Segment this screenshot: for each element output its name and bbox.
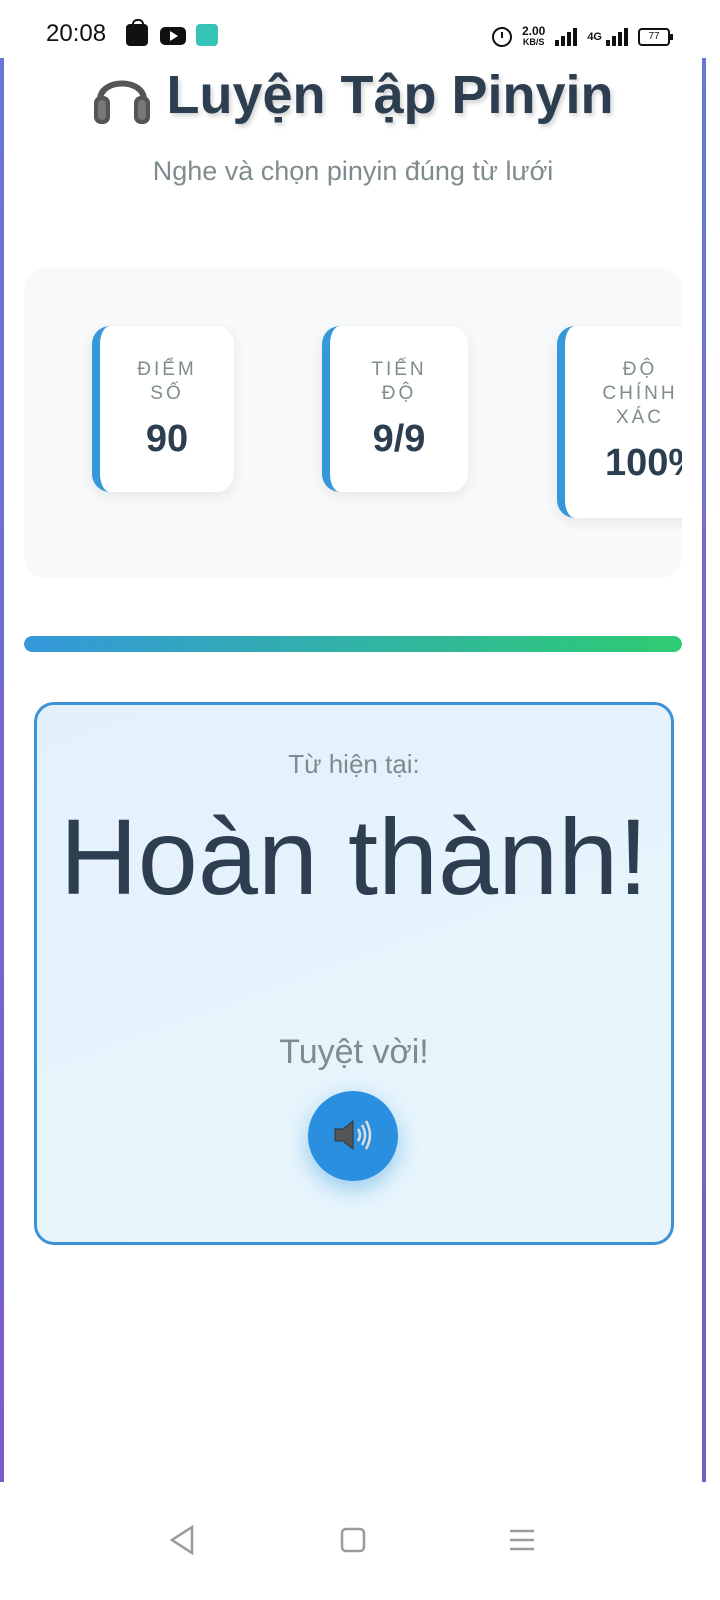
play-audio-button[interactable] — [308, 1091, 398, 1181]
page-subtitle: Nghe và chọn pinyin đúng từ lưới — [152, 156, 554, 186]
network-type: 4G — [587, 31, 602, 43]
stat-card-progress: Tiến độ 9/9 — [322, 326, 468, 492]
stat-label-progress: Tiến độ — [371, 359, 427, 404]
stat-label-score: Điểm số — [137, 359, 197, 404]
speed-value: 2.00 — [521, 24, 546, 38]
stat-card-score: Điểm số 90 — [92, 326, 234, 492]
page-border-right — [702, 58, 706, 1482]
battery-icon: 77 — [638, 28, 673, 46]
stat-value-accuracy: 100% — [605, 442, 682, 484]
page-title: Luyện Tập Pinyin — [92, 64, 614, 126]
network-speed: 2.00 KB/S — [521, 24, 546, 48]
back-icon[interactable] — [162, 1520, 202, 1560]
status-bar: 20:08 2.00 KB/S 4G 77 — [0, 0, 720, 58]
stat-value-score: 90 — [145, 418, 189, 460]
speaker-icon — [331, 1115, 375, 1158]
speed-unit: KB/S — [522, 37, 545, 47]
app-notification-icon — [196, 24, 218, 46]
current-word-label: Từ hiện tại: — [288, 749, 420, 779]
home-icon[interactable] — [333, 1520, 373, 1560]
page-border-left — [0, 58, 4, 1482]
alarm-icon — [491, 27, 512, 47]
completion-message: Tuyệt vời! — [279, 1033, 429, 1071]
shopping-bag-icon — [126, 19, 148, 46]
progress-fill — [24, 636, 682, 652]
headphones-icon — [92, 64, 152, 126]
stat-value-progress: 9/9 — [372, 418, 426, 460]
progress-bar — [24, 636, 682, 652]
stat-card-accuracy: Độ chính xác 100% — [557, 326, 682, 518]
menu-icon[interactable] — [502, 1520, 542, 1560]
system-nav-bar — [0, 1482, 720, 1600]
current-word-card: Từ hiện tại: Hoàn thành! Tuyệt vời! — [34, 702, 674, 1245]
youtube-icon — [160, 27, 186, 45]
signal-icon-2 — [606, 28, 628, 46]
status-time: 20:08 — [46, 20, 107, 47]
stat-label-accuracy: Độ chính xác — [602, 359, 678, 428]
signal-icon — [555, 28, 578, 46]
status-indicators: 2.00 KB/S 4G 77 — [491, 24, 673, 50]
current-word: Hoàn thành! — [59, 796, 649, 917]
header: Luyện Tập Pinyin — [0, 64, 706, 131]
title-text: Luyện Tập Pinyin — [166, 65, 614, 125]
stats-panel: Điểm số 90 Tiến độ 9/9 Độ chính xác 100% — [24, 268, 682, 578]
